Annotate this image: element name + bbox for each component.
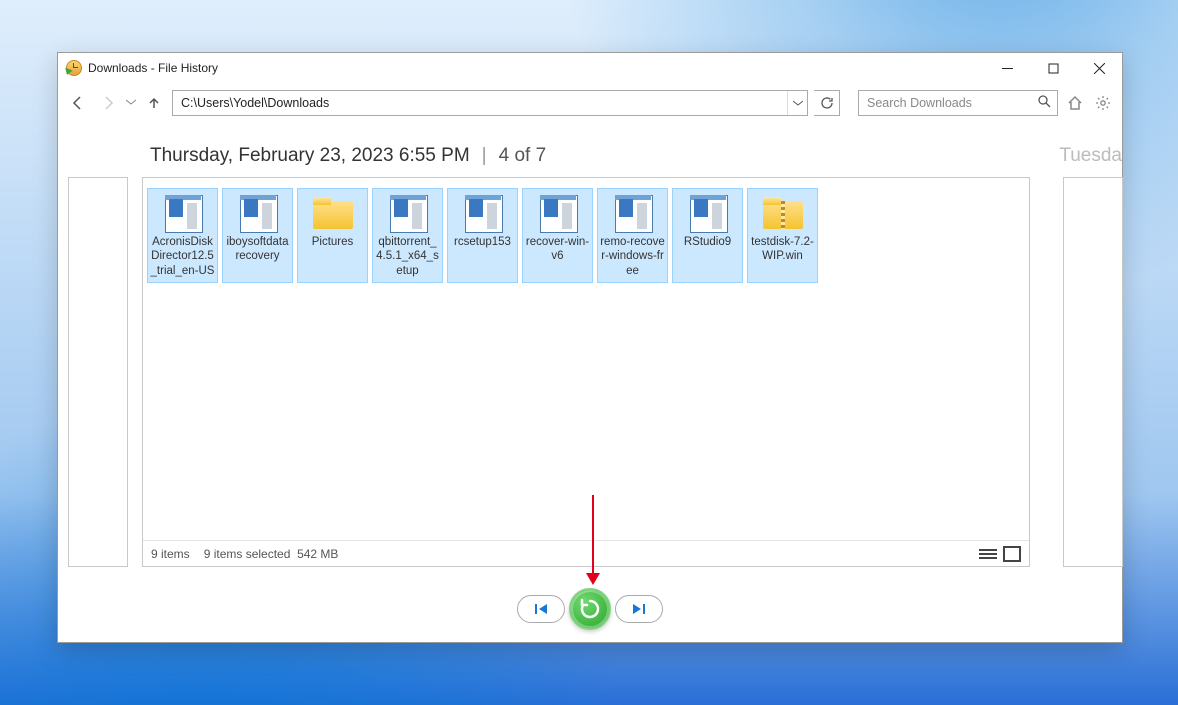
file-name: iboysoftdatarecovery bbox=[225, 235, 290, 264]
file-history-window: Downloads - File History bbox=[57, 52, 1123, 643]
zip-icon bbox=[759, 193, 807, 233]
home-icon[interactable] bbox=[1064, 92, 1086, 114]
nav-forward-button[interactable] bbox=[96, 91, 120, 115]
minimize-button[interactable] bbox=[984, 53, 1030, 83]
file-grid: AcronisDiskDirector12.5_trial_en-US iboys… bbox=[143, 178, 1029, 540]
details-view-button[interactable] bbox=[979, 546, 997, 562]
gear-icon[interactable] bbox=[1092, 92, 1114, 114]
file-name: recover-win-v6 bbox=[525, 235, 590, 264]
nav-up-button[interactable] bbox=[142, 91, 166, 115]
file-item[interactable]: AcronisDiskDirector12.5_trial_en-US bbox=[147, 188, 218, 283]
file-icon bbox=[609, 193, 657, 233]
icons-view-button[interactable] bbox=[1003, 546, 1021, 562]
address-bar bbox=[172, 90, 808, 116]
file-item[interactable]: iboysoftdatarecovery bbox=[222, 188, 293, 283]
file-name: AcronisDiskDirector12.5_trial_en-US bbox=[150, 235, 215, 278]
window-title: Downloads - File History bbox=[88, 61, 218, 75]
file-icon bbox=[684, 193, 732, 233]
nav-back-button[interactable] bbox=[66, 91, 90, 115]
restore-button[interactable] bbox=[569, 588, 611, 630]
previous-version-pane[interactable] bbox=[68, 177, 128, 567]
maximize-button[interactable] bbox=[1030, 53, 1076, 83]
status-item-count: 9 items bbox=[151, 547, 190, 561]
file-icon bbox=[384, 193, 432, 233]
next-version-peek: Tuesda bbox=[1059, 145, 1122, 167]
version-date: Thursday, February 23, 2023 6:55 PM bbox=[150, 145, 470, 167]
file-name: remo-recover-windows-free bbox=[600, 235, 665, 278]
version-header: Thursday, February 23, 2023 6:55 PM | 4 … bbox=[58, 123, 1122, 177]
file-item[interactable]: qbittorrent_4.5.1_x64_setup bbox=[372, 188, 443, 283]
file-list-pane: AcronisDiskDirector12.5_trial_en-US iboys… bbox=[142, 177, 1030, 567]
bottom-nav bbox=[58, 588, 1122, 630]
status-selected: 9 items selected 542 MB bbox=[204, 547, 339, 561]
file-icon bbox=[459, 193, 507, 233]
next-version-button[interactable] bbox=[615, 595, 663, 623]
file-item[interactable]: recover-win-v6 bbox=[522, 188, 593, 283]
toolbar bbox=[58, 83, 1122, 123]
nav-recent-dropdown[interactable] bbox=[126, 97, 136, 109]
version-count: 4 of 7 bbox=[499, 145, 547, 167]
previous-version-button[interactable] bbox=[517, 595, 565, 623]
file-item[interactable]: remo-recover-windows-free bbox=[597, 188, 668, 283]
status-bar: 9 items 9 items selected 542 MB bbox=[143, 540, 1029, 566]
search-box bbox=[858, 90, 1058, 116]
address-input[interactable] bbox=[173, 91, 787, 115]
search-input[interactable] bbox=[865, 91, 1034, 115]
file-name: qbittorrent_4.5.1_x64_setup bbox=[375, 235, 440, 278]
next-version-pane[interactable] bbox=[1063, 177, 1123, 567]
file-name: Pictures bbox=[312, 235, 354, 249]
file-item[interactable]: Pictures bbox=[297, 188, 368, 283]
file-icon bbox=[159, 193, 207, 233]
file-item[interactable]: RStudio9 bbox=[672, 188, 743, 283]
close-button[interactable] bbox=[1076, 53, 1122, 83]
file-name: RStudio9 bbox=[684, 235, 731, 249]
titlebar: Downloads - File History bbox=[58, 53, 1122, 83]
file-icon bbox=[234, 193, 282, 233]
file-history-icon bbox=[66, 60, 82, 76]
file-icon bbox=[534, 193, 582, 233]
file-name: rcsetup153 bbox=[454, 235, 511, 249]
refresh-button[interactable] bbox=[814, 90, 840, 116]
folder-icon bbox=[309, 193, 357, 233]
search-icon[interactable] bbox=[1038, 95, 1051, 111]
file-item[interactable]: rcsetup153 bbox=[447, 188, 518, 283]
file-item[interactable]: testdisk-7.2-WIP.win bbox=[747, 188, 818, 283]
file-name: testdisk-7.2-WIP.win bbox=[750, 235, 815, 264]
address-dropdown-button[interactable] bbox=[787, 91, 807, 115]
